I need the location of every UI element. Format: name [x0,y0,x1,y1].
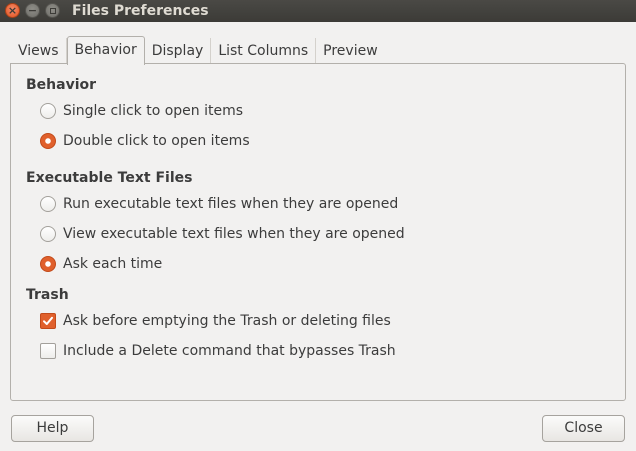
option-label: Run executable text files when they are … [63,196,399,212]
behavior-section-title: Behavior [26,77,97,93]
single-click-option[interactable]: Single click to open items [40,101,243,121]
option-label: Double click to open items [63,133,250,149]
radio-button[interactable] [40,103,56,119]
run-executable-option[interactable]: Run executable text files when they are … [40,194,398,214]
option-label: Ask each time [63,256,163,272]
radio-button[interactable] [40,196,56,212]
option-label: Single click to open items [63,103,244,119]
checkbox[interactable] [40,343,56,359]
maximize-icon [49,7,56,14]
ask-each-time-option[interactable]: Ask each time [40,254,162,274]
tab-preview[interactable]: Preview [316,38,385,64]
title-bar[interactable]: × − Files Preferences [0,0,636,22]
radio-button[interactable] [40,226,56,242]
radio-button-selected[interactable] [40,133,56,149]
tab-views[interactable]: Views [11,38,67,64]
close-button[interactable]: Close [542,415,625,442]
option-label: Ask before emptying the Trash or deletin… [63,313,391,329]
maximize-window-button[interactable] [45,3,60,18]
window-title: Files Preferences [72,3,209,19]
checkmark-icon [43,316,53,325]
minimize-window-button[interactable]: − [25,3,40,18]
tab-behavior[interactable]: Behavior [66,36,145,65]
radio-button-selected[interactable] [40,256,56,272]
include-delete-option[interactable]: Include a Delete command that bypasses T… [40,341,396,361]
close-window-button[interactable]: × [5,3,20,18]
tab-display[interactable]: Display [145,38,212,64]
executable-section-title: Executable Text Files [26,170,193,186]
ask-before-emptying-option[interactable]: Ask before emptying the Trash or deletin… [40,311,391,331]
behavior-panel: Behavior Single click to open items Doub… [10,63,626,401]
option-label: Include a Delete command that bypasses T… [63,343,396,359]
close-icon: × [7,4,18,17]
help-button[interactable]: Help [11,415,94,442]
tab-bar: Views Behavior Display List Columns Prev… [11,36,385,65]
preferences-window: × − Files Preferences Views Behavior Dis… [0,0,636,451]
option-label: View executable text files when they are… [63,226,405,242]
tab-list-columns[interactable]: List Columns [211,38,317,64]
minimize-icon: − [27,4,38,17]
double-click-option[interactable]: Double click to open items [40,131,250,151]
view-executable-option[interactable]: View executable text files when they are… [40,224,405,244]
checkbox-checked[interactable] [40,313,56,329]
trash-section-title: Trash [26,287,69,303]
